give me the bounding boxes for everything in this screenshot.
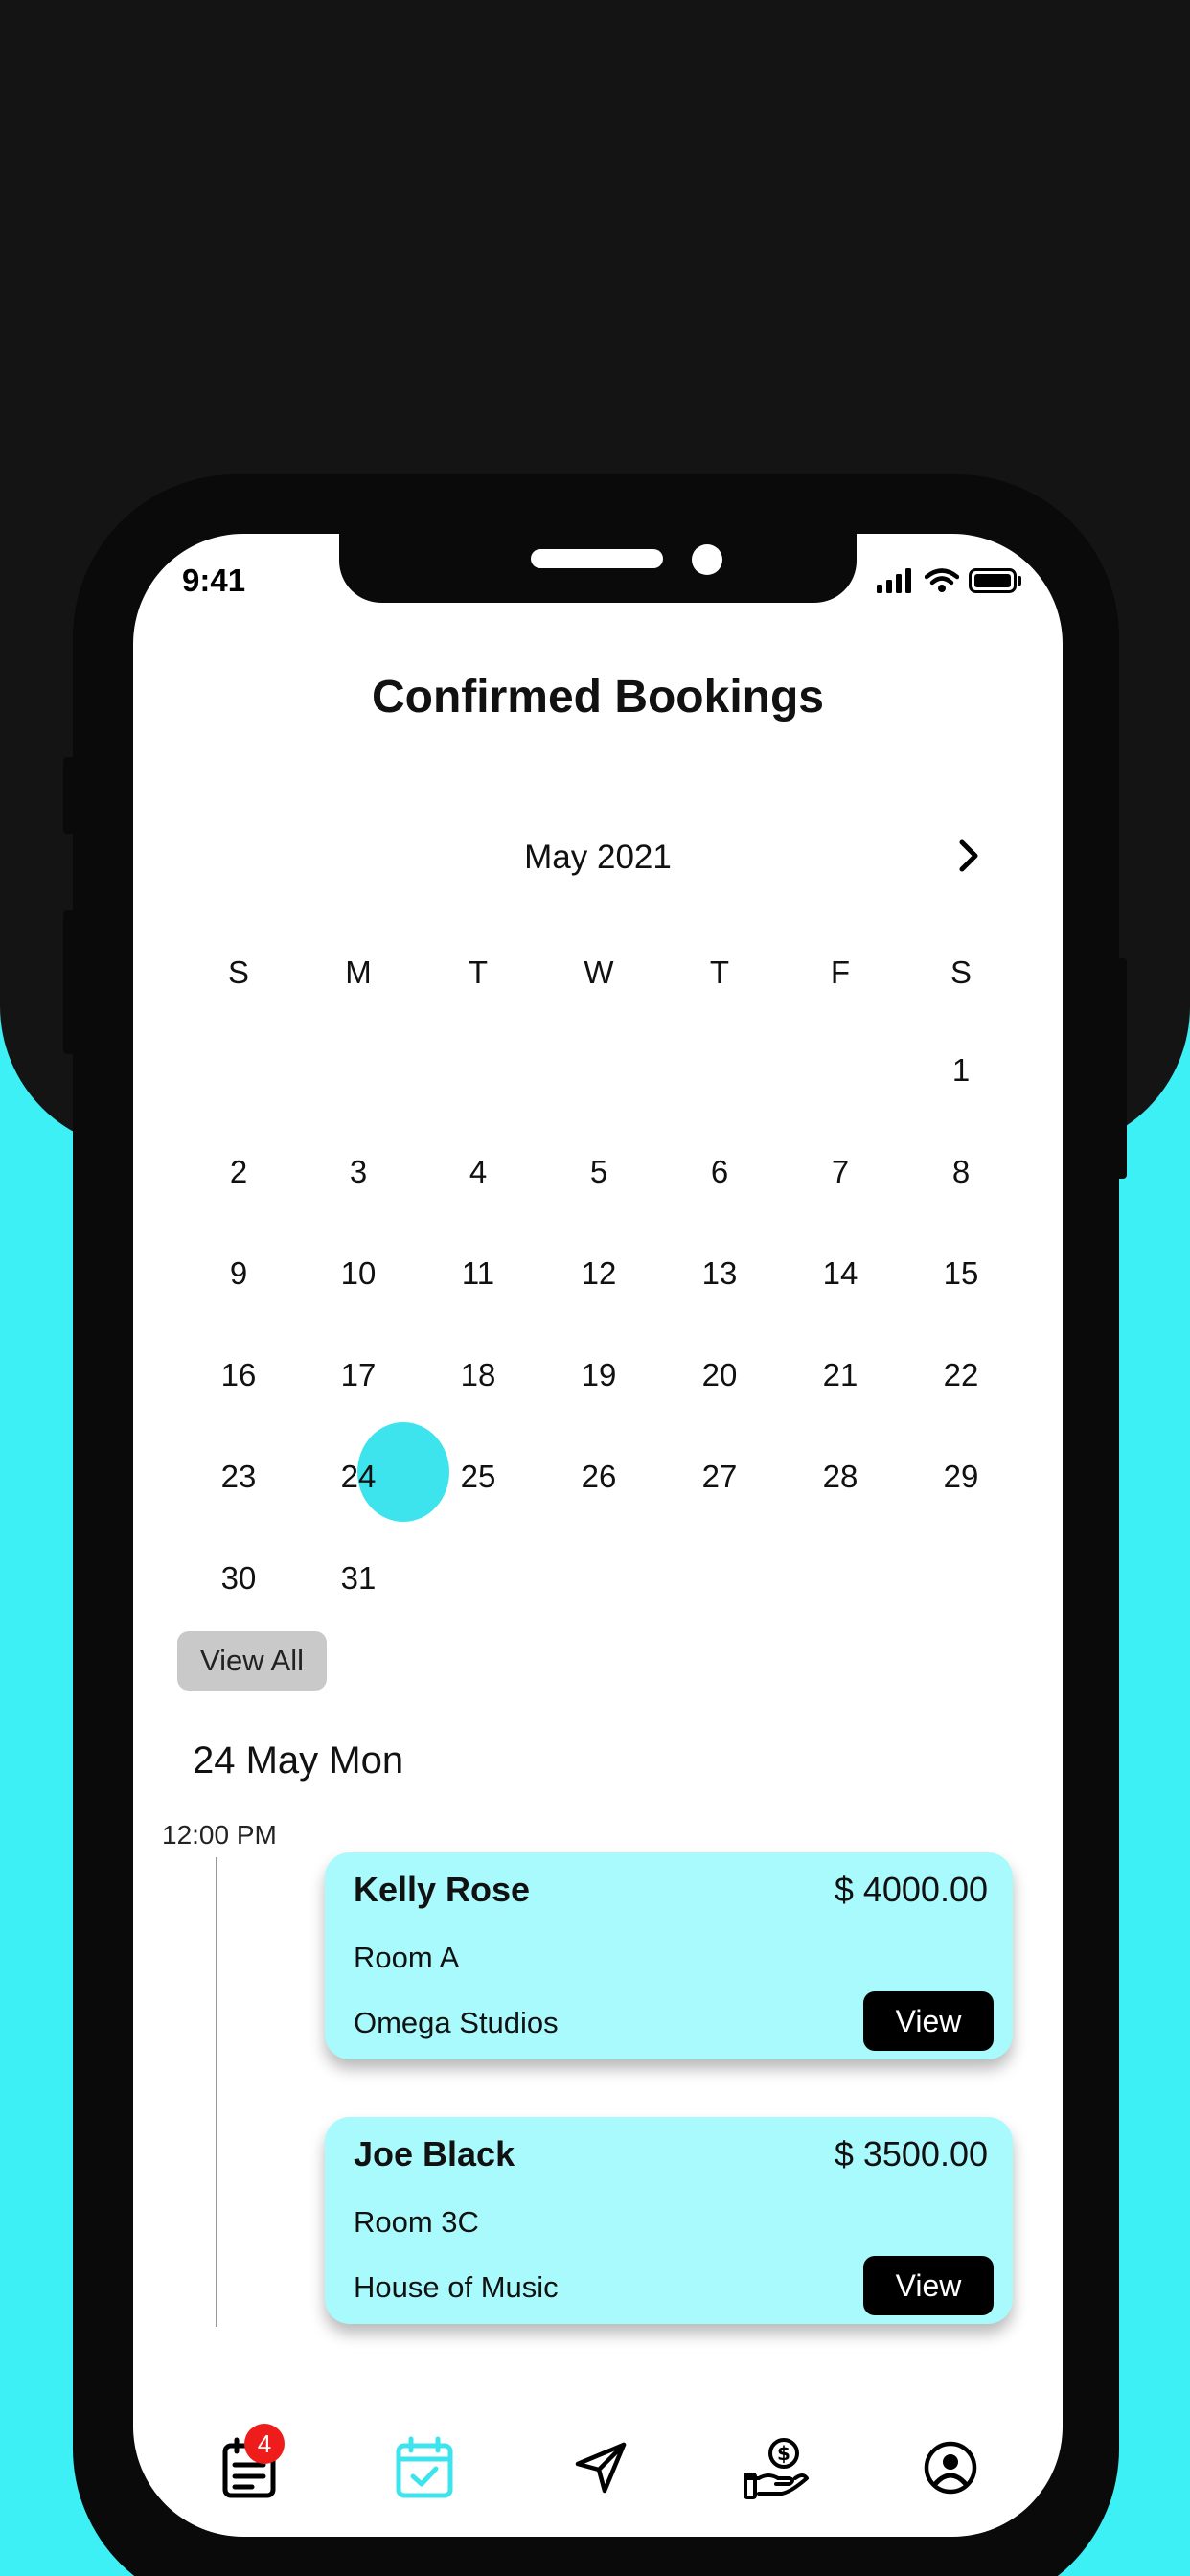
calendar-day[interactable]: 4 — [430, 1153, 526, 1191]
view-booking-button[interactable]: View — [863, 1991, 994, 2051]
calendar-day[interactable]: 13 — [672, 1254, 767, 1293]
calendar-day[interactable]: 10 — [310, 1254, 406, 1293]
booking-price: $ 3500.00 — [834, 2134, 988, 2174]
calendar-day[interactable]: 28 — [792, 1458, 888, 1496]
payment-hand-icon: $ — [744, 2438, 809, 2499]
calendar-day[interactable]: 26 — [551, 1458, 647, 1496]
calendar-day[interactable]: 3 — [310, 1153, 406, 1191]
calendar-day[interactable]: 16 — [191, 1356, 286, 1394]
weekday-label: T — [709, 954, 730, 990]
calendar-day[interactable]: 31 — [310, 1559, 406, 1598]
phone-screen: 9:41 Confirmed Bookings May 2021 S M T W T F S… — [133, 534, 1063, 2537]
calendar-day[interactable]: 11 — [430, 1254, 526, 1293]
booking-client-name: Kelly Rose — [354, 1870, 531, 1909]
tab-profile[interactable] — [912, 2429, 989, 2506]
booking-client-name: Joe Black — [354, 2134, 515, 2174]
timeline-line — [216, 1857, 217, 2327]
calendar-day[interactable]: 2 — [191, 1153, 286, 1191]
calendar-day[interactable]: 18 — [430, 1356, 526, 1394]
battery-icon — [969, 568, 1021, 593]
booking-card: Kelly Rose $ 4000.00 Room A Omega Studio… — [325, 1852, 1013, 2059]
notch — [339, 534, 857, 603]
calendar-day[interactable]: 5 — [551, 1153, 647, 1191]
calendar-day[interactable]: 6 — [672, 1153, 767, 1191]
send-icon — [575, 2442, 627, 2494]
view-all-button[interactable]: View All — [177, 1631, 327, 1690]
schedule-time-label: 12:00 PM — [162, 1820, 277, 1850]
weekday-label: T — [468, 954, 489, 990]
tab-bookings[interactable]: 4 — [212, 2424, 288, 2506]
signal-icon — [877, 568, 911, 593]
weekday-label: M — [345, 954, 372, 990]
view-booking-button[interactable]: View — [863, 2256, 994, 2315]
calendar-day[interactable]: 27 — [672, 1458, 767, 1496]
status-time: 9:41 — [182, 563, 246, 598]
booking-card: Joe Black $ 3500.00 Room 3C House of Mus… — [325, 2117, 1013, 2324]
calendar-day[interactable]: 22 — [913, 1356, 1009, 1394]
booking-price: $ 4000.00 — [834, 1870, 988, 1909]
phone-side-button — [63, 757, 77, 834]
booking-studio: House of Music — [354, 2270, 559, 2304]
calendar-day[interactable]: 1 — [913, 1051, 1009, 1090]
chevron-right-icon[interactable] — [949, 837, 987, 875]
calendar-day[interactable]: 23 — [191, 1458, 286, 1496]
calendar-day[interactable]: 20 — [672, 1356, 767, 1394]
calendar-day[interactable]: 9 — [191, 1254, 286, 1293]
weekday-label: F — [830, 954, 851, 990]
booking-room: Room 3C — [354, 2205, 479, 2239]
weekday-label: W — [584, 954, 614, 990]
calendar-day[interactable]: 21 — [792, 1356, 888, 1394]
phone-side-button — [63, 910, 77, 1054]
phone-side-button — [1113, 958, 1127, 1179]
calendar-day[interactable]: 17 — [310, 1356, 406, 1394]
profile-icon — [924, 2441, 977, 2495]
page-title: Confirmed Bookings — [371, 672, 824, 723]
speaker-grille — [531, 549, 663, 568]
wifi-icon — [925, 568, 959, 592]
notification-badge: 4 — [244, 2424, 285, 2464]
tab-calendar[interactable] — [386, 2429, 463, 2506]
schedule-date-heading: 24 May Mon — [193, 1739, 404, 1782]
weekday-label: S — [950, 954, 972, 990]
calendar-day[interactable]: 12 — [551, 1254, 647, 1293]
weekday-label: S — [227, 954, 249, 990]
status-icons — [877, 568, 1022, 593]
tab-send[interactable] — [562, 2429, 639, 2506]
calendar-day[interactable]: 30 — [191, 1559, 286, 1598]
calendar-day[interactable]: 8 — [913, 1153, 1009, 1191]
calendar-check-icon — [396, 2436, 453, 2498]
svg-text:$: $ — [777, 2442, 790, 2465]
calendar-day[interactable]: 14 — [792, 1254, 888, 1293]
booking-room: Room A — [354, 1941, 460, 1974]
calendar-day[interactable]: 25 — [430, 1458, 526, 1496]
front-camera — [692, 544, 722, 575]
calendar-day[interactable]: 19 — [551, 1356, 647, 1394]
calendar-day[interactable]: 7 — [792, 1153, 888, 1191]
booking-studio: Omega Studios — [354, 2006, 559, 2039]
calendar-day-selected[interactable]: 24 — [310, 1458, 406, 1496]
calendar-month-label: May 2021 — [524, 839, 672, 876]
calendar-day[interactable]: 29 — [913, 1458, 1009, 1496]
calendar-day[interactable]: 15 — [913, 1254, 1009, 1293]
tab-payments[interactable]: $ — [739, 2429, 815, 2506]
